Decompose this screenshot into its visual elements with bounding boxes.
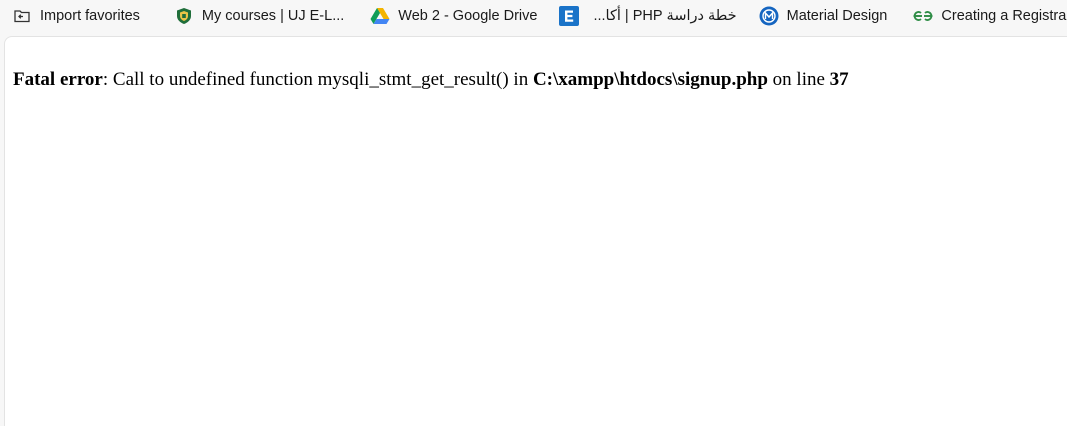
bookmark-label: My courses | UJ E-L... xyxy=(201,8,345,24)
e-letter-icon xyxy=(559,6,580,26)
material-design-icon xyxy=(759,6,779,26)
bookmark-label: خطة دراسة PHP | أكا... xyxy=(593,8,737,24)
google-drive-icon xyxy=(370,6,390,26)
import-favorites-icon xyxy=(12,6,32,26)
error-type-label: Fatal error xyxy=(13,69,103,90)
bookmark-uj-courses[interactable]: My courses | UJ E-L... xyxy=(168,2,350,30)
bookmark-php-study-plan[interactable]: خطة دراسة PHP | أكا... xyxy=(553,2,742,30)
error-line-number: 37 xyxy=(829,69,849,90)
bookmark-label: Material Design xyxy=(786,8,888,24)
error-message-text: Call to undefined function mysqli_stmt_g… xyxy=(112,69,533,90)
bookmark-google-drive[interactable]: Web 2 - Google Drive xyxy=(364,2,543,30)
bookmark-label: Web 2 - Google Drive xyxy=(398,8,538,24)
page-content: Fatal error: Call to undefined function … xyxy=(4,36,1067,426)
bookmark-geeksforgeeks[interactable]: Creating a Registra xyxy=(907,2,1067,30)
php-fatal-error-message: Fatal error: Call to undefined function … xyxy=(13,69,849,91)
error-file-path: C:\xampp\htdocs\signup.php xyxy=(532,69,768,90)
error-on-line-text: on line xyxy=(767,69,830,90)
bookmark-material-design[interactable]: Material Design xyxy=(753,2,894,30)
bookmark-label: Import favorites xyxy=(40,8,140,24)
geeksforgeeks-icon xyxy=(913,6,933,26)
bookmark-label: Creating a Registra xyxy=(941,8,1067,24)
favorites-bar: Import favorites My courses | UJ E-L... … xyxy=(0,0,1067,32)
uj-shield-icon xyxy=(174,6,194,26)
bookmark-import-favorites[interactable]: Import favorites xyxy=(6,2,146,30)
error-separator: : xyxy=(102,69,113,90)
